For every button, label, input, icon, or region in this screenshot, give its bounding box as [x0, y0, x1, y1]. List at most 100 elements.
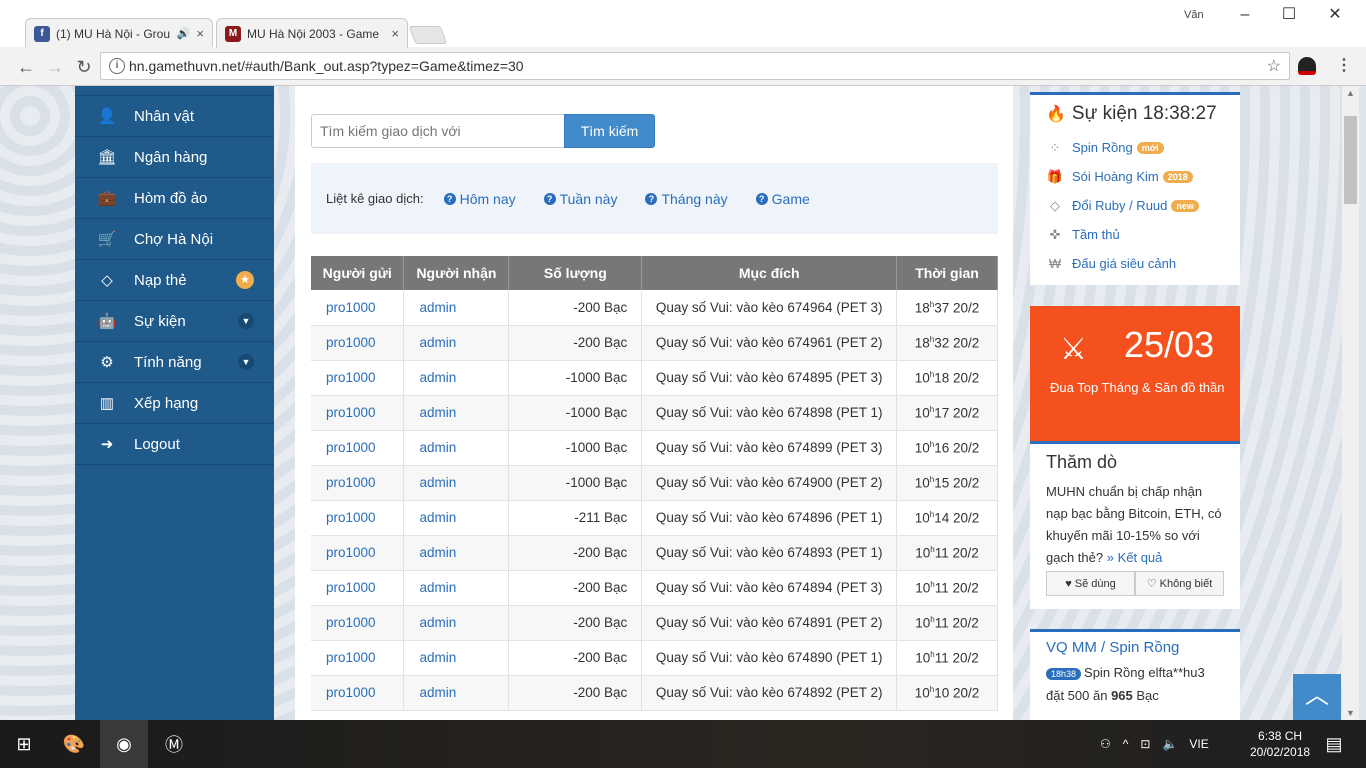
receiver-link[interactable]: admin: [403, 290, 510, 326]
sidebar-item-ngan-hang[interactable]: 🏛 Ngân hàng: [75, 137, 274, 178]
tray-arrow-icon[interactable]: ^: [1123, 737, 1129, 751]
receiver-link[interactable]: admin: [403, 430, 510, 466]
chrome-icon[interactable]: ◉: [100, 720, 148, 768]
sidebar-item-logout[interactable]: ➜ Logout: [75, 424, 274, 465]
paint-icon[interactable]: 🎨: [50, 720, 98, 768]
clock[interactable]: 6:38 CH 20/02/2018: [1250, 728, 1310, 760]
fire-icon: 🔥: [1046, 106, 1066, 123]
sender-link[interactable]: pro1000: [311, 430, 405, 466]
event-link[interactable]: ₩ Đấu giá siêu cảnh: [1046, 249, 1240, 278]
chevron-down-icon[interactable]: ▼: [238, 354, 254, 370]
time-cell: 10h11 20/2: [896, 570, 998, 606]
address-bar[interactable]: i hn.gamethuvn.net/#auth/Bank_out.asp?ty…: [100, 52, 1290, 80]
receiver-link[interactable]: admin: [403, 360, 510, 396]
chevron-down-icon[interactable]: ▼: [238, 313, 254, 329]
table-header-row: Người gửi Người nhận Số lượng Mục đích T…: [311, 256, 998, 290]
sender-link[interactable]: pro1000: [311, 675, 405, 711]
close-window-icon[interactable]: ✕: [1320, 4, 1350, 26]
receiver-link[interactable]: admin: [403, 465, 510, 501]
receiver-link[interactable]: admin: [403, 605, 510, 641]
receiver-link[interactable]: admin: [403, 500, 510, 536]
receiver-link[interactable]: admin: [403, 640, 510, 676]
tab-mu[interactable]: M MU Hà Nội 2003 - Game ×: [216, 18, 408, 48]
sidebar-item-xep-hang[interactable]: ▥ Xếp hạng: [75, 383, 274, 424]
sender-link[interactable]: pro1000: [311, 500, 405, 536]
notification-icon[interactable]: ▤: [1310, 720, 1358, 768]
menu-icon[interactable]: ⋮: [1336, 55, 1352, 75]
forward-icon[interactable]: →: [43, 55, 67, 79]
time-cell: 10h16 20/2: [896, 430, 998, 466]
sender-link[interactable]: pro1000: [311, 325, 405, 361]
reload-icon[interactable]: ↻: [72, 55, 96, 79]
sender-link[interactable]: pro1000: [311, 395, 405, 431]
filter-game-link[interactable]: ? Game: [755, 191, 810, 207]
sender-link[interactable]: pro1000: [311, 640, 405, 676]
sidebar-item-nap-the[interactable]: ◇ Nạp thẻ ★: [75, 260, 274, 301]
time-cell: 18h37 20/2: [896, 290, 998, 326]
promo-date: 25/03: [1124, 324, 1215, 365]
tab-facebook[interactable]: f (1) MU Hà Nội - Grou 🔊 ×: [25, 18, 213, 48]
filter-week-link[interactable]: ? Tuần này: [543, 191, 617, 207]
sidebar-item-hom-do-ao[interactable]: 💼 Hòm đồ ảo: [75, 178, 274, 219]
event-link[interactable]: 🎁 Sói Hoàng Kim 2018: [1046, 162, 1240, 191]
receiver-link[interactable]: admin: [403, 535, 510, 571]
info-icon[interactable]: i: [109, 58, 125, 74]
receiver-link[interactable]: admin: [403, 395, 510, 431]
close-tab-icon[interactable]: ×: [196, 26, 204, 41]
receiver-link[interactable]: admin: [403, 675, 510, 711]
volume-icon[interactable]: 🔈: [1162, 737, 1177, 751]
extension-icon[interactable]: [1298, 57, 1316, 75]
spin-card: VQ MM / Spin Rồng 18h38 Spin Rồng elfta**…: [1030, 629, 1240, 720]
scroll-down-icon[interactable]: ▼: [1346, 708, 1355, 718]
scroll-up-icon[interactable]: ▲: [1346, 88, 1355, 98]
sender-link[interactable]: pro1000: [311, 360, 405, 396]
scroll-to-top-button[interactable]: ︿: [1293, 674, 1341, 720]
purpose-cell: Quay số Vui: vào kèo 674898 (PET 1): [641, 395, 898, 431]
search-button[interactable]: Tìm kiếm: [564, 114, 655, 148]
event-link[interactable]: ⁘ Spin Rồng mới: [1046, 133, 1240, 162]
close-tab-icon[interactable]: ×: [391, 26, 399, 41]
mu-game-icon[interactable]: Ⓜ: [150, 720, 198, 768]
network-icon[interactable]: ⊡: [1140, 737, 1150, 751]
promo-banner[interactable]: ⚔ 25/03 Đua Top Tháng & Săn đồ thần: [1030, 306, 1240, 441]
transaction-filter: Liệt kê giao dịch: ? Hôm nay ? Tuần này ? T…: [311, 163, 998, 234]
maximize-icon[interactable]: ☐: [1274, 4, 1304, 26]
page-viewport: 👤 Nhân vật 🏛 Ngân hàng 💼 Hòm đồ ảo 🛒 Chợ Hà …: [0, 86, 1366, 720]
sidebar-item-su-kien[interactable]: 🤖 Sự kiện ▼: [75, 301, 274, 342]
sender-link[interactable]: pro1000: [311, 465, 405, 501]
purpose-cell: Quay số Vui: vào kèo 674895 (PET 3): [641, 360, 898, 396]
receiver-link[interactable]: admin: [403, 570, 510, 606]
vote-yes-button[interactable]: ♥ Sẽ dùng: [1046, 571, 1135, 596]
sender-link[interactable]: pro1000: [311, 605, 405, 641]
sidebar-item-nhan-vat[interactable]: 👤 Nhân vật: [75, 96, 274, 137]
people-icon[interactable]: ⚇: [1100, 737, 1111, 751]
bookmark-star-icon[interactable]: ☆: [1267, 56, 1281, 76]
profile-name[interactable]: Văn: [1184, 9, 1204, 21]
scrollbar-thumb[interactable]: [1344, 116, 1357, 204]
event-badge: new: [1171, 199, 1199, 212]
back-icon[interactable]: ←: [14, 55, 38, 79]
sender-link[interactable]: pro1000: [311, 570, 405, 606]
receiver-link[interactable]: admin: [403, 325, 510, 361]
language-indicator[interactable]: VIE: [1189, 737, 1208, 751]
event-link[interactable]: ✜ Tầm thủ: [1046, 220, 1240, 249]
search-input[interactable]: [311, 114, 564, 148]
filter-month-link[interactable]: ? Tháng này: [645, 191, 728, 207]
vote-no-button[interactable]: ♡ Không biết: [1135, 571, 1224, 596]
new-tab-button[interactable]: [408, 26, 448, 44]
windows-start-icon[interactable]: ⊞: [0, 720, 48, 768]
time-cell: 10h11 20/2: [896, 605, 998, 641]
scrollbar[interactable]: ▲ ▼: [1342, 86, 1359, 720]
sidebar-item-tinh-nang[interactable]: ⚙ Tính năng ▼: [75, 342, 274, 383]
poll-result-link[interactable]: » Kết quả: [1107, 550, 1163, 565]
minimize-icon[interactable]: –: [1230, 4, 1260, 26]
purpose-cell: Quay số Vui: vào kèo 674961 (PET 2): [641, 325, 898, 361]
purpose-cell: Quay số Vui: vào kèo 674899 (PET 3): [641, 430, 898, 466]
event-link[interactable]: ◇ Đổi Ruby / Ruud new: [1046, 191, 1240, 220]
sender-link[interactable]: pro1000: [311, 290, 405, 326]
filter-today-link[interactable]: ? Hôm nay: [443, 191, 516, 207]
speaker-icon[interactable]: 🔊: [177, 27, 191, 40]
sender-link[interactable]: pro1000: [311, 535, 405, 571]
sidebar-item-cho-ha-noi[interactable]: 🛒 Chợ Hà Nội: [75, 219, 274, 260]
spin-title[interactable]: VQ MM / Spin Rồng: [1046, 639, 1240, 656]
